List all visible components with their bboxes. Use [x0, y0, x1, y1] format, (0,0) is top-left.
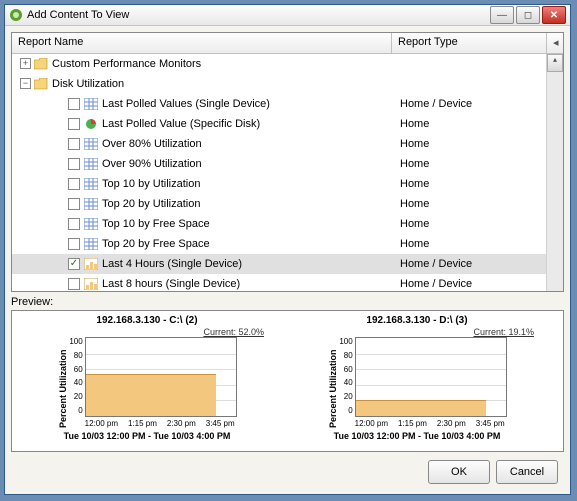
chart-current: Current: 19.1%: [473, 327, 534, 337]
table-row[interactable]: Top 10 by Free Space Home: [12, 214, 546, 234]
report-type: Home: [396, 118, 546, 130]
chart-plot: [85, 337, 237, 417]
table-row[interactable]: Top 20 by Utilization Home: [12, 194, 546, 214]
report-name: Top 20 by Free Space: [102, 238, 210, 250]
dialog-content: Report Name Report Type ◂ + Custom Perfor…: [5, 26, 570, 494]
group-label: Custom Performance Monitors: [52, 58, 201, 70]
report-checkbox[interactable]: [68, 198, 80, 210]
scroll-up-button[interactable]: ▴: [547, 54, 563, 72]
report-checkbox[interactable]: [68, 178, 80, 190]
chart-yaxis: 100806040200: [69, 337, 84, 415]
button-row: OK Cancel: [11, 452, 564, 488]
chart-title: 192.168.3.130 - C:\ (2): [96, 315, 197, 326]
table-row[interactable]: Top 20 by Free Space Home: [12, 234, 546, 254]
report-type: Home: [396, 218, 546, 230]
table-row[interactable]: ✓ Last 4 Hours (Single Device) Home / Devi…: [12, 254, 546, 274]
close-button[interactable]: ✕: [542, 6, 566, 24]
table-row[interactable]: Over 80% Utilization Home: [12, 134, 546, 154]
report-checkbox[interactable]: [68, 238, 80, 250]
maximize-button[interactable]: ◻: [516, 6, 540, 24]
chart-ylabel: Percent Utilization: [327, 337, 339, 428]
report-name: Top 10 by Free Space: [102, 218, 210, 230]
column-report-type[interactable]: Report Type: [392, 33, 547, 53]
report-type: Home / Device: [396, 278, 546, 290]
app-icon: [9, 8, 23, 22]
report-name: Last 8 hours (Single Device): [102, 278, 240, 290]
vertical-scrollbar[interactable]: ▴ ▾: [546, 54, 563, 291]
titlebar[interactable]: Add Content To View — ◻ ✕: [5, 5, 570, 26]
column-report-name[interactable]: Report Name: [12, 33, 392, 53]
report-name: Top 20 by Utilization: [102, 198, 200, 210]
report-checkbox[interactable]: [68, 118, 80, 130]
window-title: Add Content To View: [27, 9, 488, 21]
collapse-icon[interactable]: −: [20, 78, 31, 89]
report-type: Home: [396, 158, 546, 170]
preview-area: 192.168.3.130 - C:\ (2) Current: 52.0% Per…: [11, 310, 564, 452]
report-checkbox[interactable]: [68, 138, 80, 150]
table-row[interactable]: Last 8 hours (Single Device) Home / Devic…: [12, 274, 546, 291]
report-type: Home / Device: [396, 98, 546, 110]
report-name: Top 10 by Utilization: [102, 178, 200, 190]
table-row[interactable]: Over 90% Utilization Home: [12, 154, 546, 174]
column-end-marker[interactable]: ◂: [547, 33, 563, 53]
table-row[interactable]: Last Polled Values (Single Device) Home /…: [12, 94, 546, 114]
ok-button[interactable]: OK: [428, 460, 490, 484]
report-grid: Report Name Report Type ◂ + Custom Perfor…: [11, 32, 564, 292]
expand-icon[interactable]: +: [20, 58, 31, 69]
report-checkbox[interactable]: [68, 98, 80, 110]
chart: 192.168.3.130 - D:\ (3) Current: 19.1% Per…: [292, 315, 542, 447]
table-row[interactable]: Last Polled Value (Specific Disk) Home: [12, 114, 546, 134]
chart-plot: [355, 337, 507, 417]
preview-label: Preview:: [11, 296, 564, 308]
grid-header: Report Name Report Type ◂: [12, 33, 563, 54]
chart: 192.168.3.130 - C:\ (2) Current: 52.0% Per…: [22, 315, 272, 447]
report-checkbox[interactable]: [68, 218, 80, 230]
report-checkbox[interactable]: [68, 278, 80, 290]
report-checkbox[interactable]: ✓: [68, 258, 80, 270]
report-type: Home: [396, 198, 546, 210]
group-label: Disk Utilization: [52, 78, 124, 90]
chart-xaxis: 12:00 pm1:15 pm2:30 pm3:45 pm: [355, 419, 505, 428]
report-name: Last 4 Hours (Single Device): [102, 258, 242, 270]
scroll-track[interactable]: [547, 72, 563, 291]
minimize-button[interactable]: —: [490, 6, 514, 24]
chart-footer: Tue 10/03 12:00 PM - Tue 10/03 4:00 PM: [334, 431, 501, 441]
chart-current: Current: 52.0%: [203, 327, 264, 337]
chart-yaxis: 100806040200: [339, 337, 354, 415]
chart-xaxis: 12:00 pm1:15 pm2:30 pm3:45 pm: [85, 419, 235, 428]
report-type: Home / Device: [396, 258, 546, 270]
report-type: Home: [396, 138, 546, 150]
grid-body: + Custom Performance Monitors − Disk Utiliz…: [12, 54, 563, 291]
report-name: Last Polled Value (Specific Disk): [102, 118, 260, 130]
report-type: Home: [396, 178, 546, 190]
chart-title: 192.168.3.130 - D:\ (3): [366, 315, 467, 326]
report-checkbox[interactable]: [68, 158, 80, 170]
table-row[interactable]: + Custom Performance Monitors: [12, 54, 546, 74]
dialog-window: Add Content To View — ◻ ✕ Report Name Re…: [4, 4, 571, 495]
chart-footer: Tue 10/03 12:00 PM - Tue 10/03 4:00 PM: [64, 431, 231, 441]
table-row[interactable]: − Disk Utilization: [12, 74, 546, 94]
report-name: Over 90% Utilization: [102, 158, 202, 170]
report-type: Home: [396, 238, 546, 250]
report-name: Over 80% Utilization: [102, 138, 202, 150]
chart-ylabel: Percent Utilization: [57, 337, 69, 428]
cancel-button[interactable]: Cancel: [496, 460, 558, 484]
table-row[interactable]: Top 10 by Utilization Home: [12, 174, 546, 194]
report-name: Last Polled Values (Single Device): [102, 98, 270, 110]
